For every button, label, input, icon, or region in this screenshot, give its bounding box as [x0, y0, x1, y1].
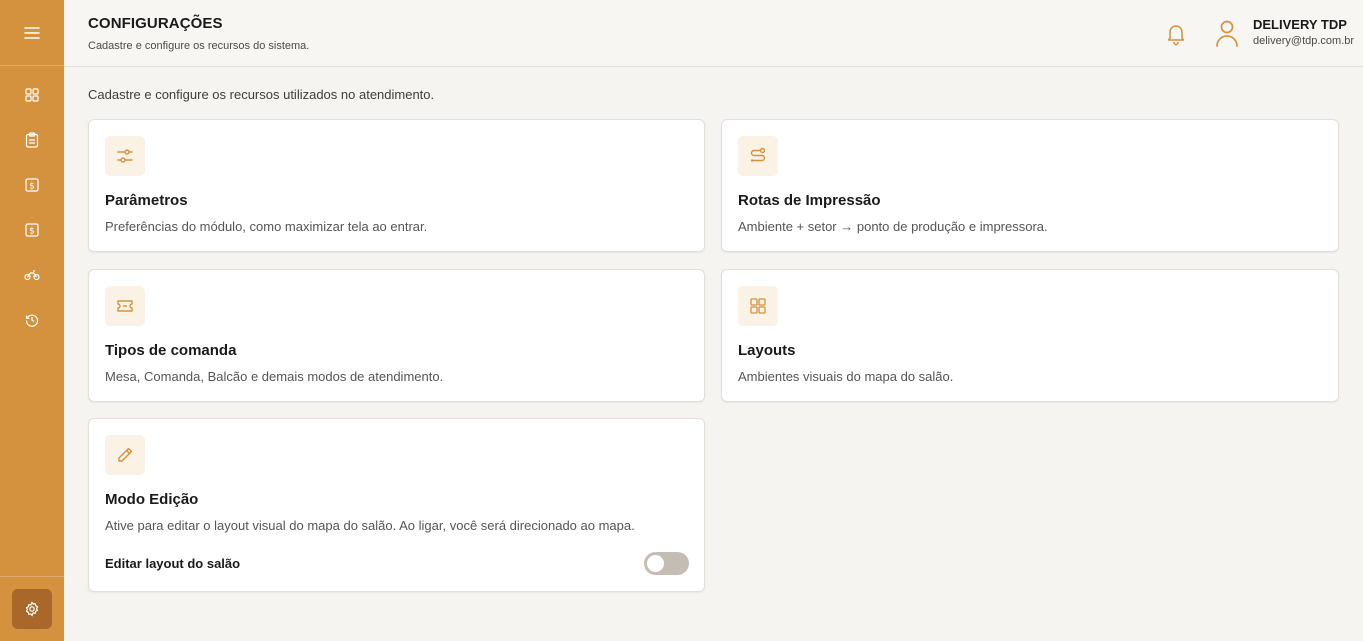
- user-menu[interactable]: DELIVERY TDP delivery@tdp.com.br: [1214, 16, 1363, 48]
- user-icon: [1216, 20, 1238, 47]
- card-icon-box: [738, 136, 778, 176]
- card-icon-box: [738, 286, 778, 326]
- card-description: Ative para editar o layout visual do map…: [105, 518, 635, 533]
- toggle-knob: [647, 555, 664, 572]
- card-title: Parâmetros: [105, 192, 188, 209]
- notifications-button[interactable]: [1164, 22, 1188, 46]
- ticket-icon: [117, 300, 133, 312]
- clipboard-icon: [25, 132, 39, 148]
- hamburger-menu-icon: [24, 26, 40, 39]
- card-description: Ambiente + setor → ponto de produção e i…: [738, 219, 1048, 234]
- edit-layout-toggle[interactable]: [644, 552, 689, 575]
- card-icon-box: [105, 286, 145, 326]
- menu-button[interactable]: [0, 0, 64, 66]
- bell-icon: [1167, 25, 1185, 46]
- sidebar-item-delivery[interactable]: [14, 260, 50, 290]
- sidebar: $ $: [0, 0, 64, 641]
- motorcycle-icon: [24, 270, 40, 281]
- money-icon: $: [25, 178, 39, 192]
- grid-icon: [25, 88, 39, 102]
- sidebar-item-finance[interactable]: $: [14, 215, 50, 245]
- history-icon: [25, 314, 39, 327]
- card-layouts[interactable]: Layouts Ambientes visuais do mapa do sal…: [721, 269, 1339, 402]
- pencil-icon: [118, 447, 133, 462]
- card-title: Modo Edição: [105, 491, 199, 508]
- sidebar-item-history[interactable]: [14, 305, 50, 335]
- sidebar-item-dashboard[interactable]: [14, 80, 50, 110]
- money-icon: $: [25, 223, 39, 237]
- top-bar: CONFIGURAÇÕES Cadastre e configure os re…: [64, 0, 1363, 67]
- card-icon-box: [105, 136, 145, 176]
- user-name: DELIVERY TDP: [1253, 17, 1347, 32]
- grid-icon: [750, 298, 766, 314]
- card-title: Rotas de Impressão: [738, 192, 881, 209]
- toggle-label: Editar layout do salão: [105, 556, 241, 571]
- sliders-icon: [117, 149, 133, 163]
- sidebar-item-settings[interactable]: [12, 589, 52, 629]
- svg-text:$: $: [29, 227, 35, 237]
- user-email: delivery@tdp.com.br: [1253, 35, 1355, 47]
- page-title: CONFIGURAÇÕES: [88, 15, 223, 32]
- intro-text: Cadastre e configure os recursos utiliza…: [88, 87, 435, 102]
- card-tipos-comanda[interactable]: Tipos de comanda Mesa, Comanda, Balcão e…: [88, 269, 705, 402]
- settings-icon: [25, 601, 39, 617]
- sidebar-item-cashier[interactable]: $: [14, 170, 50, 200]
- card-description: Ambientes visuais do mapa do salão.: [738, 369, 954, 384]
- card-rotas-impressao[interactable]: Rotas de Impressão Ambiente + setor → po…: [721, 119, 1339, 252]
- route-icon: [750, 147, 766, 162]
- page-subtitle: Cadastre e configure os recursos do sist…: [88, 40, 310, 52]
- card-parametros[interactable]: Parâmetros Preferências do módulo, como …: [88, 119, 705, 252]
- card-description: Mesa, Comanda, Balcão e demais modos de …: [105, 369, 444, 384]
- svg-text:$: $: [29, 182, 35, 192]
- sidebar-item-orders[interactable]: [14, 125, 50, 155]
- card-title: Tipos de comanda: [105, 342, 237, 359]
- card-icon-box: [105, 435, 145, 475]
- card-modo-edicao: Modo Edição Ative para editar o layout v…: [88, 418, 705, 592]
- card-description: Preferências do módulo, como maximizar t…: [105, 219, 428, 234]
- card-title: Layouts: [738, 342, 796, 359]
